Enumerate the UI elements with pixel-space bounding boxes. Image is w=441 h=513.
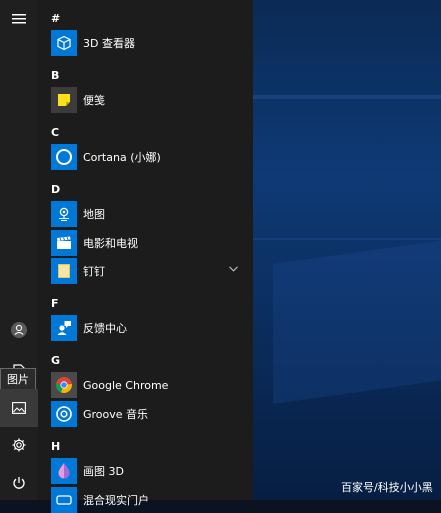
watermark-text: 百家号/科技小小黑 (341, 481, 433, 494)
app-list: # 3D 查看器 B 便笺 C Cortana (小娜) D 地图 电影和电视 … (38, 0, 253, 513)
power-button[interactable] (0, 464, 38, 502)
app-label: 地图 (83, 208, 105, 221)
app-label: 画图 3D (83, 465, 124, 478)
app-movies-tv[interactable]: 电影和电视 (51, 230, 251, 256)
app-label: 3D 查看器 (83, 37, 135, 50)
section-header-h[interactable]: H (51, 440, 60, 453)
section-header-c[interactable]: C (51, 126, 59, 139)
app-3d-viewer[interactable]: 3D 查看器 (51, 30, 251, 56)
chevron-down-icon[interactable] (229, 266, 238, 272)
section-header-f[interactable]: F (51, 297, 59, 310)
picture-icon (12, 402, 26, 414)
section-header-b[interactable]: B (51, 69, 59, 82)
hamburger-menu-button[interactable] (0, 0, 38, 38)
cortana-ring-icon (51, 144, 77, 170)
app-label: 混合现实门户 (83, 494, 149, 507)
paint-drop-icon (51, 458, 77, 484)
sticky-note-icon (51, 87, 77, 113)
account-button[interactable] (0, 311, 38, 349)
app-label: 便笺 (83, 94, 105, 107)
app-sticky-notes[interactable]: 便笺 (51, 87, 251, 113)
app-dingtalk-folder[interactable]: 钉钉 (51, 258, 251, 284)
app-paint-3d[interactable]: 画图 3D (51, 458, 251, 484)
app-feedback-hub[interactable]: 反馈中心 (51, 315, 251, 341)
app-maps[interactable]: 地图 (51, 201, 251, 227)
app-cortana[interactable]: Cortana (小娜) (51, 144, 251, 170)
groove-disc-icon (51, 401, 77, 427)
app-label: Groove 音乐 (83, 408, 149, 421)
section-header-g[interactable]: G (51, 354, 60, 367)
map-pin-icon (51, 201, 77, 227)
user-icon (11, 322, 27, 338)
app-groove-music[interactable]: Groove 音乐 (51, 401, 251, 427)
app-label: Cortana (小娜) (83, 151, 161, 164)
power-icon (13, 477, 25, 489)
app-label: Google Chrome (83, 378, 169, 392)
app-label: 反馈中心 (83, 322, 127, 335)
menu-icon (12, 14, 26, 24)
app-mixed-reality-portal[interactable]: 混合现实门户 (51, 487, 251, 513)
section-header-d[interactable]: D (51, 183, 60, 196)
pictures-button[interactable] (0, 389, 38, 427)
settings-button[interactable] (0, 426, 38, 464)
gear-icon (12, 438, 26, 452)
mixed-reality-headset-icon (51, 487, 77, 513)
clapperboard-icon (51, 230, 77, 256)
cube-icon (51, 30, 77, 56)
app-label: 钉钉 (83, 265, 105, 278)
desktop-wallpaper (253, 0, 441, 500)
folder-icon (51, 258, 77, 284)
start-left-rail: 图片 (0, 0, 38, 500)
app-google-chrome[interactable]: Google Chrome (51, 372, 251, 398)
chrome-icon (51, 372, 77, 398)
app-label: 电影和电视 (83, 237, 138, 250)
section-header-hash[interactable]: # (51, 12, 60, 25)
feedback-person-icon (51, 315, 77, 341)
